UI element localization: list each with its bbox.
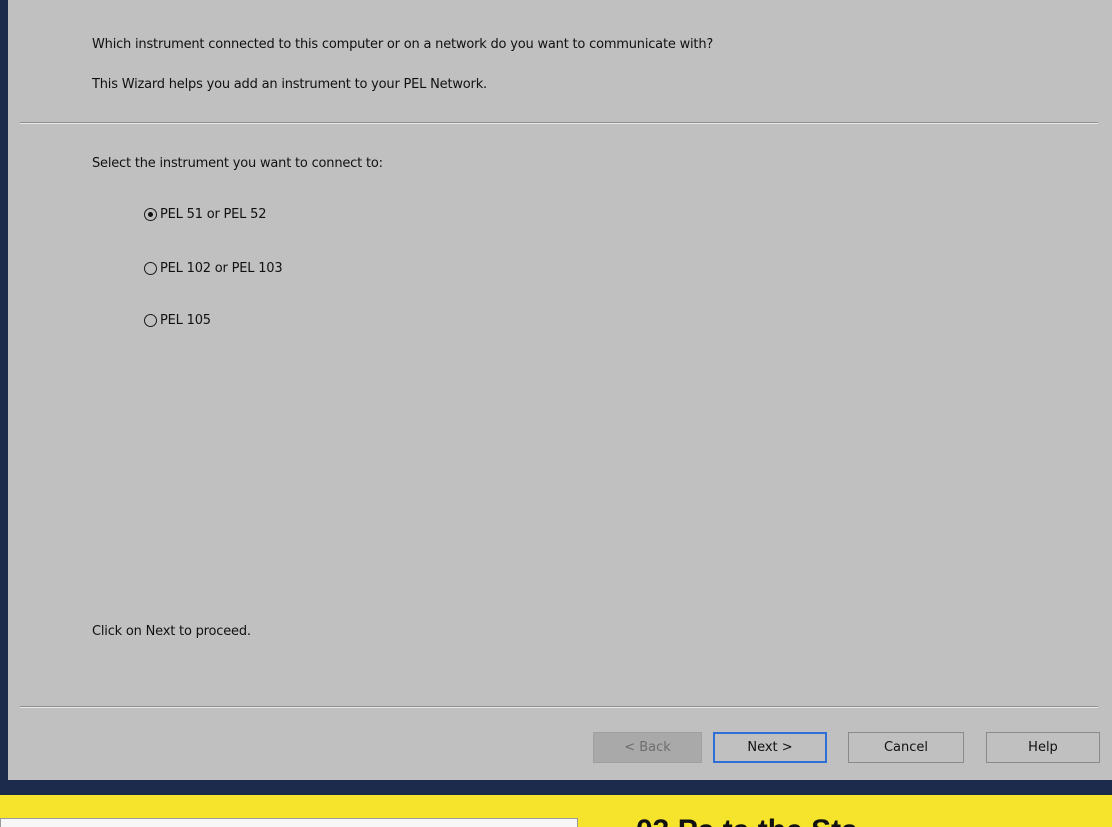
- help-button[interactable]: Help: [986, 732, 1100, 763]
- partial-input-field: [0, 818, 578, 827]
- instrument-prompt: Select the instrument you want to connec…: [92, 156, 383, 171]
- radio-option-pel-51-52[interactable]: PEL 51 or PEL 52: [144, 207, 267, 222]
- next-button[interactable]: Next >: [713, 732, 827, 763]
- cancel-button[interactable]: Cancel: [848, 732, 964, 763]
- back-button[interactable]: < Back: [593, 732, 702, 763]
- radio-button[interactable]: [144, 262, 157, 275]
- wizard-dialog: Which instrument connected to this compu…: [8, 0, 1112, 780]
- radio-option-pel-105[interactable]: PEL 105: [144, 313, 211, 328]
- radio-label: PEL 102 or PEL 103: [160, 261, 283, 276]
- proceed-hint: Click on Next to proceed.: [92, 624, 251, 639]
- radio-button-selected[interactable]: [144, 208, 157, 221]
- wizard-question: Which instrument connected to this compu…: [92, 37, 714, 52]
- radio-label: PEL 51 or PEL 52: [160, 207, 267, 222]
- radio-button[interactable]: [144, 314, 157, 327]
- window-frame-bottom: [0, 780, 1112, 795]
- banner-strip: 03 Pa ta the Sta: [0, 795, 1112, 827]
- footer-separator: [20, 706, 1098, 708]
- radio-label: PEL 105: [160, 313, 211, 328]
- banner-title: 03 Pa ta the Sta: [636, 816, 858, 827]
- radio-option-pel-102-103[interactable]: PEL 102 or PEL 103: [144, 261, 283, 276]
- wizard-description: This Wizard helps you add an instrument …: [92, 77, 487, 92]
- header-separator: [20, 122, 1098, 124]
